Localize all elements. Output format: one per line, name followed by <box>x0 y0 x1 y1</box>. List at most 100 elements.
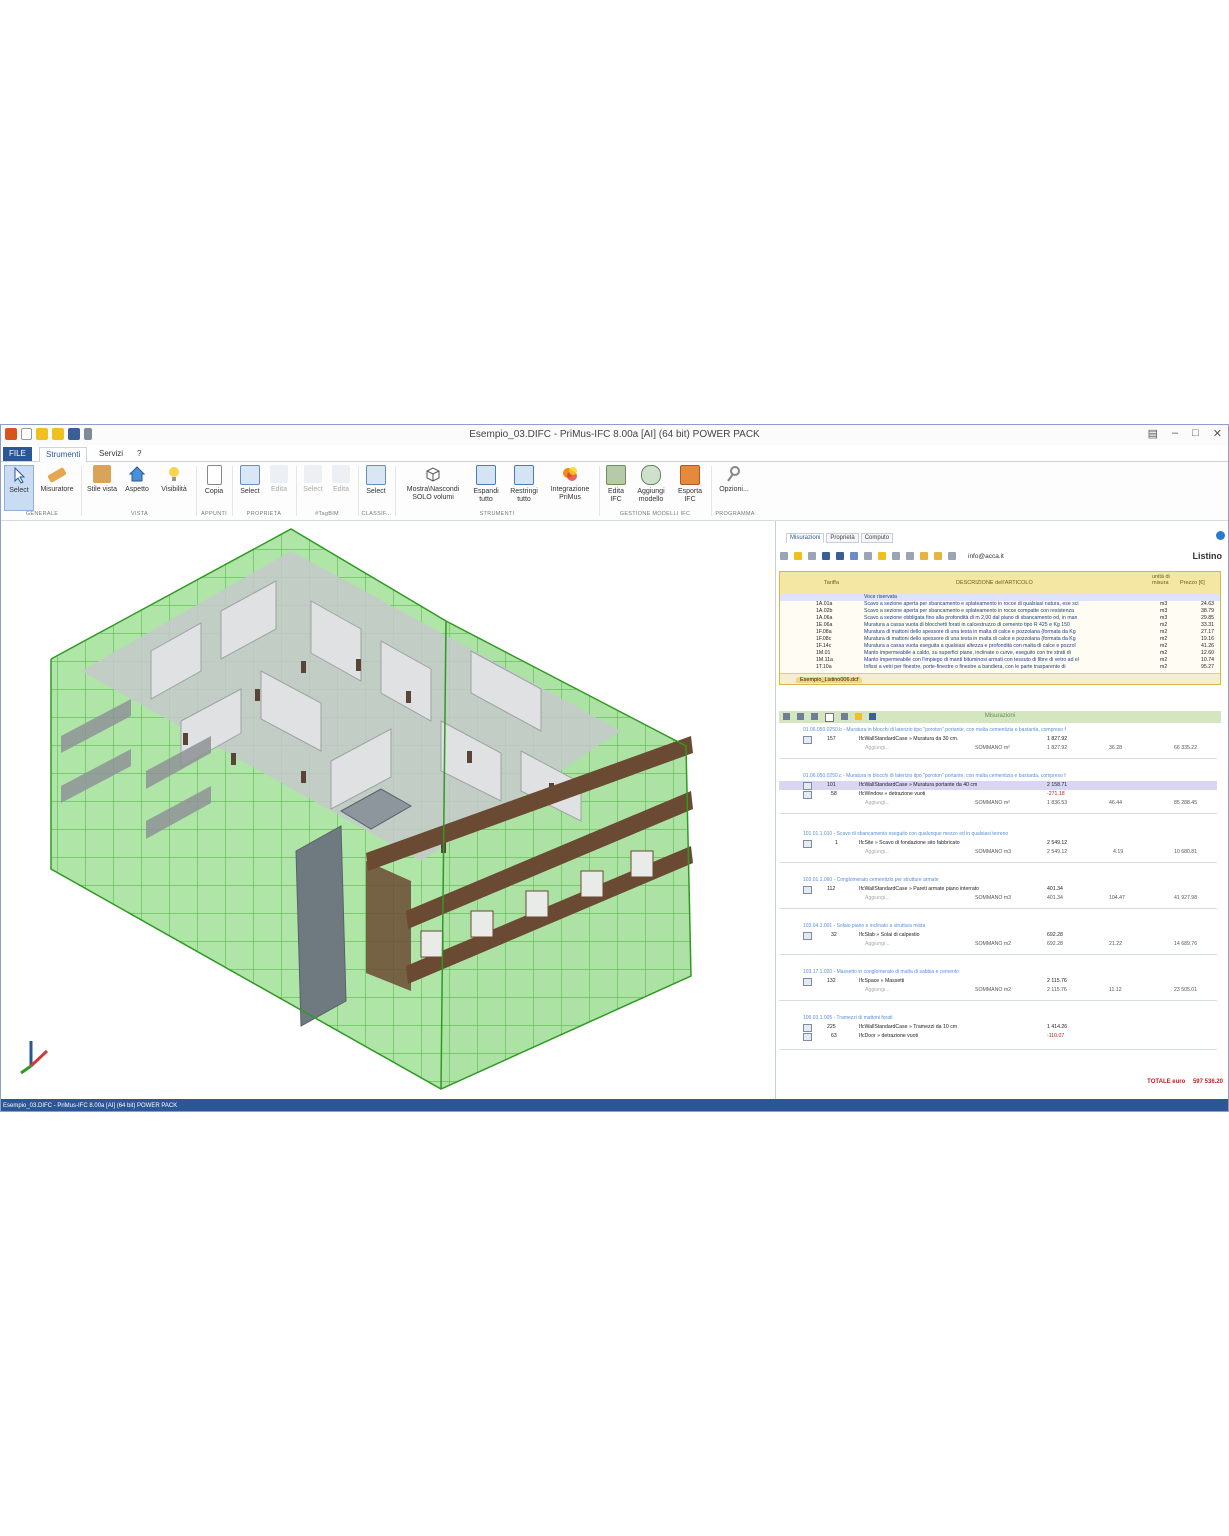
listino-row[interactable]: 1F.08c Muratura di mattoni dello spessore… <box>780 636 1220 643</box>
tab-file[interactable]: FILE <box>3 447 32 461</box>
listino-row[interactable]: 1F.14c Muratura a cassa vuota eseguita a … <box>780 643 1220 650</box>
tab-servizi[interactable]: Servizi <box>93 447 129 461</box>
integrazione-primus-button[interactable]: Integrazione PriMus <box>546 465 594 502</box>
aggiungi-modello-button[interactable]: Aggiungi modello <box>632 465 670 504</box>
copy-icon[interactable] <box>808 552 816 560</box>
mostra-nascondi-button[interactable]: Mostra\Nascondi SOLO volumi <box>400 465 466 502</box>
refresh-icon[interactable] <box>920 552 928 560</box>
table-row[interactable]: 32 IfcSlab » Solai di calpestio 692.28 <box>779 931 1217 940</box>
listino-row[interactable]: 1A.06a Scavo a sezione obbligata fino all… <box>780 615 1220 622</box>
group-title[interactable]: 103.01.1.060 - Conglomerato cementizio p… <box>803 877 1213 883</box>
group-tagbim: #TagBIM <box>315 511 339 517</box>
stile-vista-button[interactable]: Stile vista <box>87 465 117 494</box>
layers-icon[interactable] <box>948 552 956 560</box>
classif-select-button[interactable]: Select <box>363 465 389 496</box>
new-document-icon[interactable] <box>780 552 788 560</box>
restringi-tutto-button[interactable]: Restringi tutto <box>507 465 541 504</box>
tab-proprieta[interactable]: Proprietà <box>826 533 859 543</box>
table-row[interactable]: 157 IfcWallStandardCase » Muratura da 30… <box>779 735 1217 744</box>
group-title[interactable]: 103.04.1.001 - Solaio piano e inclinato … <box>803 923 1213 929</box>
table-row-summary[interactable]: Aggiungi... SOMMANO m2 2 115.76 11.12 23… <box>779 986 1217 995</box>
listino-row[interactable]: 1F.08a Muratura di mattoni dello spessore… <box>780 629 1220 636</box>
listino-title: Listino <box>1192 551 1223 561</box>
tab-misurazioni[interactable]: Misurazioni <box>786 533 825 543</box>
tab-computo[interactable]: Computo <box>860 533 894 543</box>
tagbim-edita-button[interactable]: Edita <box>329 465 353 494</box>
col-prezzo[interactable]: Prezzo [€] <box>1180 580 1205 586</box>
misuratore-button[interactable]: Misuratore <box>37 465 77 494</box>
col-unita[interactable]: unità di misura <box>1152 574 1178 586</box>
group-title[interactable]: 103.17.1.020 - Massetto in conglomerato … <box>803 969 1213 975</box>
open-folder-icon[interactable] <box>794 552 802 560</box>
proprieta-select-button[interactable]: Select <box>237 465 263 496</box>
aspetto-button[interactable]: Aspetto <box>121 465 153 494</box>
print-icon[interactable] <box>864 552 872 560</box>
listino-row[interactable]: 1M.11a Manto impermeabile con l'impiego d… <box>780 657 1220 664</box>
tagbim-select-button[interactable]: Select <box>301 465 325 494</box>
select-button[interactable]: Select <box>4 465 34 511</box>
table-row[interactable]: 225 IfcWallStandardCase » Tramezzi da 10… <box>779 1023 1217 1032</box>
group-strumenti: STRUMENTI <box>479 511 515 517</box>
totale-label: TOTALE euro <box>1147 1079 1186 1085</box>
listino-row[interactable]: 1T.10a Infissi a vetri per finestre, port… <box>780 664 1220 671</box>
group-title[interactable]: 01.06.050.0250.c - Muratura in blocchi d… <box>803 773 1213 779</box>
maximize-icon[interactable]: □ <box>1192 427 1199 440</box>
edita-ifc-button[interactable]: Edita IFC <box>604 465 628 504</box>
axis-gizmo[interactable] <box>20 1041 49 1075</box>
wireframe-cube-icon <box>424 465 442 483</box>
table-row[interactable]: 112 IfcWallStandardCase » Pareti armate … <box>779 885 1217 894</box>
esporta-ifc-button[interactable]: Esporta IFC <box>674 465 706 504</box>
listino-row[interactable]: 1E.06a Muratura a cassa vuota di blocchet… <box>780 622 1220 629</box>
group-title[interactable]: 101.01.1.010 - Scavo di sbancamento eseg… <box>803 831 1213 837</box>
group-classif: CLASSIF... <box>361 511 392 517</box>
info-icon[interactable] <box>1216 531 1225 540</box>
group-title[interactable]: 01.06.050.0250.b - Muratura in blocchi d… <box>803 727 1213 733</box>
group-programma: PROGRAMMA <box>715 511 755 517</box>
user-account[interactable]: info@acca.it <box>968 553 1004 560</box>
ribbon-options-icon[interactable]: ▤ <box>1148 427 1158 440</box>
listino-row[interactable]: Voce riservata <box>780 594 1220 601</box>
copia-button[interactable]: Copia <box>201 465 227 496</box>
minimize-icon[interactable]: – <box>1172 427 1178 440</box>
title-bar: Esempio_03.DIFC - PriMus-IFC 8.00a [AI] … <box>1 425 1228 445</box>
table-row-summary[interactable]: Aggiungi... SOMMANO m3 2 549.12 4.19 10 … <box>779 848 1217 857</box>
table-row[interactable]: 1 IfcSite » Scavo di fondazione sito fab… <box>779 839 1217 848</box>
email-icon[interactable] <box>878 552 886 560</box>
table-row-summary[interactable]: Aggiungi... SOMMANO m² 1 836.53 46.44 85… <box>779 799 1217 808</box>
listino-row[interactable]: 1M.01 Manto impermeabile a caldo, su supe… <box>780 650 1220 657</box>
copy-icon <box>206 465 222 485</box>
totale-value: 597 536.20 <box>1192 1079 1223 1085</box>
totale: TOTALE euro 597 536.20 <box>1147 1079 1223 1085</box>
table-row[interactable]: 58 IfcWindow » detrazione vuoti -271.18 <box>779 790 1217 799</box>
group-gestione-modelli-ifc: GESTIONE MODELLI IFC <box>619 511 691 517</box>
table-row-summary[interactable]: Aggiungi... SOMMANO m² 1 827.92 36.28 66… <box>779 744 1217 753</box>
table-row[interactable]: 101 IfcWallStandardCase » Muratura porta… <box>779 781 1217 790</box>
table-row[interactable]: 132 IfcSpace » Massetti 2 115.76 <box>779 977 1217 986</box>
listino-row[interactable]: 1A.01a Scavo a sezione aperta per sbancam… <box>780 601 1220 608</box>
book-icon[interactable] <box>906 552 914 560</box>
group-title[interactable]: 106.03.1.005 - Tramezzi di mattoni forat… <box>803 1015 1213 1021</box>
users-icon[interactable] <box>892 552 900 560</box>
paste-icon[interactable] <box>850 552 858 560</box>
save-icon[interactable] <box>822 552 830 560</box>
close-icon[interactable]: ✕ <box>1213 427 1222 440</box>
table-row-summary[interactable]: Aggiungi... SOMMANO m2 692.28 21.22 14 6… <box>779 940 1217 949</box>
opzioni-button[interactable]: Opzioni... <box>716 465 752 494</box>
3d-model-viewport[interactable] <box>1 521 773 1099</box>
espandi-tutto-button[interactable]: Espandi tutto <box>469 465 503 504</box>
tab-strumenti[interactable]: Strumenti <box>39 447 88 463</box>
tab-help[interactable]: ? <box>131 447 147 461</box>
listino-file-tab[interactable]: Esempio_Listino006.dcf <box>796 677 863 683</box>
listino-row[interactable]: 1A.02b Scavo a sezione aperta per sbancam… <box>780 608 1220 615</box>
export-ifc-icon <box>680 465 700 485</box>
save-as-icon[interactable] <box>836 552 844 560</box>
select-properties-icon <box>240 465 260 485</box>
clock-icon[interactable] <box>934 552 942 560</box>
col-tariffa[interactable]: Tariffa <box>824 580 839 586</box>
primus-ifc-window: Esempio_03.DIFC - PriMus-IFC 8.00a [AI] … <box>0 424 1229 1112</box>
visibilita-button[interactable]: Visibilità <box>157 465 191 494</box>
proprieta-edita-button[interactable]: Edita <box>267 465 291 494</box>
table-row-summary[interactable]: Aggiungi... SOMMANO m3 401.34 104.47 41 … <box>779 894 1217 903</box>
table-row[interactable]: 63 IfcDoor » detrazione vuoti -110.07 <box>779 1032 1217 1041</box>
col-descrizione[interactable]: DESCRIZIONE dell'ARTICOLO <box>956 580 1033 586</box>
